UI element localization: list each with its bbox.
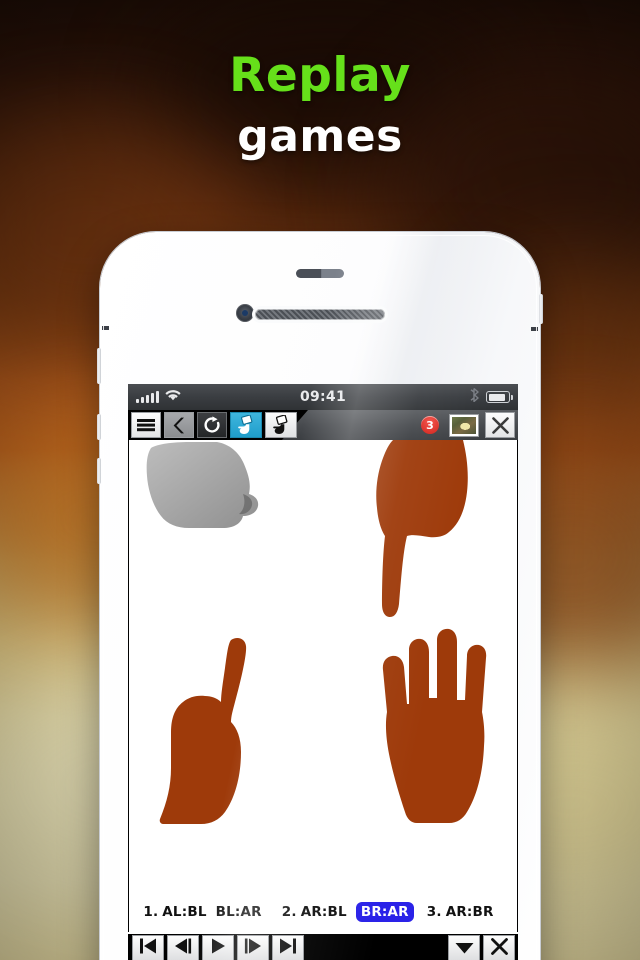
skip-to-start-icon xyxy=(139,938,157,958)
phone-mockup: 09:41 3 1. AL:BL BL:AR 2. AR:BL BR:AR 3.… xyxy=(97,232,543,960)
rotate-button[interactable] xyxy=(197,412,227,438)
skip-to-end-icon xyxy=(279,938,297,958)
mute-switch-button[interactable] xyxy=(97,348,101,384)
game-board[interactable]: 1. AL:BL BL:AR 2. AR:BL BR:AR 3. AR:BR xyxy=(128,440,518,932)
play-button[interactable] xyxy=(202,935,234,960)
playback-toolbar xyxy=(128,932,518,960)
earpiece-speaker-icon xyxy=(255,309,385,320)
photo-thumbnail-icon[interactable] xyxy=(449,413,479,437)
power-button[interactable] xyxy=(539,294,543,324)
status-bar: 09:41 xyxy=(128,384,518,410)
chevron-left-icon xyxy=(173,417,186,434)
dropdown-arrow-icon xyxy=(455,939,474,958)
volume-down-button[interactable] xyxy=(97,458,101,484)
step-forward-icon xyxy=(244,938,262,958)
hand-top-right[interactable] xyxy=(375,440,475,618)
promo-screenshot: Replay games 09:41 3 1. AL:BL BL:AR 2. A… xyxy=(0,0,640,960)
antenna-band-left xyxy=(102,326,109,330)
hand-bottom-right[interactable] xyxy=(379,626,489,826)
close-icon xyxy=(491,416,509,434)
move-entry[interactable]: AL:BL xyxy=(162,904,206,920)
play-icon xyxy=(210,938,226,958)
move-entry[interactable]: BL:AR xyxy=(216,904,262,920)
battery-icon xyxy=(486,391,513,403)
move-entry[interactable]: AR:BL xyxy=(301,904,347,920)
skip-to-end-button[interactable] xyxy=(272,935,304,960)
bluetooth-icon xyxy=(470,387,479,406)
hand-tool-button[interactable] xyxy=(265,412,297,438)
promo-headline: Replay games xyxy=(0,52,640,159)
phone-screen: 09:41 3 1. AL:BL BL:AR 2. AR:BL BR:AR 3.… xyxy=(128,384,518,960)
toolbar-right-panel xyxy=(282,410,518,440)
hand-top-left[interactable] xyxy=(143,442,275,560)
antenna-band-right xyxy=(531,327,538,331)
hand-bottom-left[interactable] xyxy=(157,636,267,826)
close-icon xyxy=(490,937,508,959)
front-camera-icon xyxy=(236,304,254,322)
volume-up-button[interactable] xyxy=(97,414,101,440)
move-entry-selected[interactable]: BR:AR xyxy=(355,902,414,922)
move-number: 1. xyxy=(143,904,159,920)
hamburger-menu-icon xyxy=(137,418,155,432)
toolbar-close-button[interactable] xyxy=(485,412,515,438)
playback-dropdown-button[interactable] xyxy=(448,935,480,960)
menu-button[interactable] xyxy=(131,412,161,438)
notification-badge[interactable]: 3 xyxy=(421,416,439,434)
step-back-button[interactable] xyxy=(167,935,199,960)
proximity-sensor-icon xyxy=(296,269,344,278)
promo-headline-line1: Replay xyxy=(229,48,411,103)
promo-headline-line2: games xyxy=(237,111,403,162)
step-forward-button[interactable] xyxy=(237,935,269,960)
move-number: 2. xyxy=(281,904,297,920)
hand-card-icon xyxy=(236,415,256,435)
back-button[interactable] xyxy=(164,412,194,438)
status-bar-clock: 09:41 xyxy=(299,389,347,405)
playback-close-button[interactable] xyxy=(483,935,515,960)
move-list[interactable]: 1. AL:BL BL:AR 2. AR:BL BR:AR 3. AR:BR xyxy=(129,902,517,922)
status-bar-right xyxy=(470,387,513,406)
move-entry[interactable]: AR:BR xyxy=(446,904,494,920)
app-toolbar: 3 xyxy=(128,410,518,440)
hand-tool-button-active[interactable] xyxy=(230,412,262,438)
skip-to-start-button[interactable] xyxy=(132,935,164,960)
rotate-refresh-icon xyxy=(203,416,221,434)
move-number: 3. xyxy=(426,904,442,920)
hand-card-icon xyxy=(271,415,291,435)
step-back-icon xyxy=(174,938,192,958)
